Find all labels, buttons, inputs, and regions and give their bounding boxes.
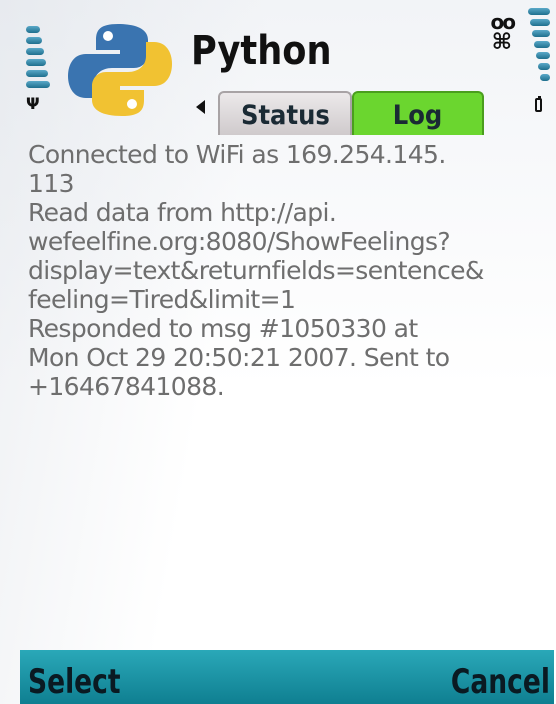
antenna-icon: Ψ [26, 94, 40, 113]
softkey-bar: Select Cancel [20, 650, 554, 704]
tab-log[interactable]: Log [352, 91, 484, 135]
keylock-icon: ⌘ [491, 30, 512, 55]
log-text: Connected to WiFi as 169.254.145. 113 Re… [28, 140, 484, 401]
signal-strength-icon [26, 26, 52, 90]
battery-icon [535, 96, 542, 112]
cancel-softkey[interactable]: Cancel [451, 662, 550, 702]
phone-screen: Ψ oo ⌘ Python Status Log Connected to Wi… [0, 0, 556, 704]
select-softkey[interactable]: Select [28, 662, 121, 702]
tab-status-label: Status [240, 100, 330, 131]
tab-status[interactable]: Status [218, 91, 352, 135]
tab-left-arrow-icon[interactable] [196, 100, 205, 114]
python-logo-icon [68, 24, 172, 116]
app-title: Python [191, 28, 332, 74]
battery-level-icon [524, 8, 550, 94]
tab-log-label: Log [393, 100, 443, 131]
